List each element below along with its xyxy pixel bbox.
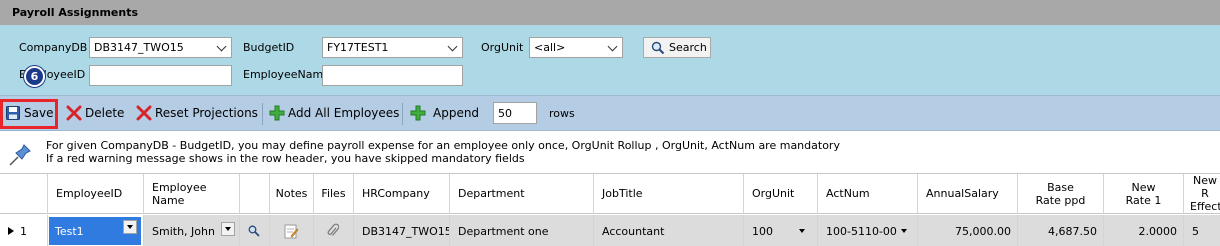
rows-count-value: 50 bbox=[498, 107, 512, 120]
chevron-down-icon[interactable] bbox=[221, 222, 235, 236]
pushpin-icon bbox=[9, 144, 31, 166]
budget-id-value: FY17TEST1 bbox=[327, 41, 389, 54]
column-header-new-rate-effective[interactable]: New R Effecti bbox=[1184, 174, 1220, 214]
cell-department[interactable]: Department one bbox=[450, 215, 594, 246]
orgunit-cell-value: 100 bbox=[752, 224, 773, 238]
column-header-search bbox=[240, 174, 270, 214]
append-button[interactable]: Append bbox=[410, 105, 480, 123]
new-rate-header-line2: Rate 1 bbox=[1125, 193, 1162, 207]
employee-name-cell-value: Smith, John bbox=[152, 224, 215, 238]
filter-panel: CompanyDB DB3147_TWO15 BudgetID FY17TEST… bbox=[0, 25, 1220, 95]
employee-id-selected-select[interactable]: Test1 bbox=[49, 217, 141, 245]
row-header[interactable]: 1 bbox=[0, 215, 48, 246]
column-header-jobtitle[interactable]: JobTitle bbox=[594, 174, 744, 214]
employee-id-cell-value: Test1 bbox=[55, 224, 84, 238]
payroll-grid: EmployeeID Employee Name Notes Files HRC… bbox=[0, 173, 1220, 246]
employee-name-label: EmployeeName bbox=[243, 68, 330, 81]
notes-icon[interactable] bbox=[283, 223, 299, 239]
cell-employee-id[interactable]: Test1 bbox=[48, 215, 144, 246]
toolbar-divider bbox=[402, 103, 403, 125]
search-button[interactable]: Search bbox=[643, 37, 711, 58]
column-header-base-rate[interactable]: Base Rate ppd bbox=[1018, 174, 1104, 214]
row-number: 1 bbox=[20, 224, 27, 238]
column-header-hrcompany[interactable]: HRCompany bbox=[354, 174, 450, 214]
search-button-label: Search bbox=[669, 41, 707, 54]
delete-button[interactable]: Delete bbox=[66, 105, 124, 123]
actnum-cell-value: 100-5110-00 bbox=[826, 224, 897, 238]
company-db-select[interactable]: DB3147_TWO15 bbox=[89, 37, 232, 58]
cell-annual-salary[interactable]: 75,000.00 bbox=[918, 215, 1018, 246]
reset-projections-label: Reset Projections bbox=[155, 106, 258, 120]
chevron-down-icon[interactable] bbox=[123, 220, 137, 234]
column-header-employee-name[interactable]: Employee Name bbox=[144, 174, 240, 214]
cell-base-rate[interactable]: 4,687.50 bbox=[1018, 215, 1104, 246]
org-unit-value: <all> bbox=[534, 41, 566, 54]
column-header-orgunit[interactable]: OrgUnit bbox=[744, 174, 818, 214]
column-header-annual-salary[interactable]: AnnualSalary bbox=[918, 174, 1018, 214]
chevron-down-icon bbox=[607, 41, 618, 52]
info-line-2: If a red warning message shows in the ro… bbox=[46, 152, 525, 165]
cell-files[interactable] bbox=[314, 215, 354, 246]
row-pointer-icon bbox=[8, 227, 14, 235]
plus-icon bbox=[410, 105, 426, 121]
cell-actnum[interactable]: 100-5110-00 bbox=[818, 215, 918, 246]
column-header-department[interactable]: Department bbox=[450, 174, 594, 214]
base-rate-header-line1: Base bbox=[1047, 180, 1074, 194]
org-unit-label: OrgUnit bbox=[481, 41, 524, 54]
rows-label: rows bbox=[549, 107, 575, 120]
rows-count-input[interactable]: 50 bbox=[493, 102, 537, 124]
new-rate-header-line1: New bbox=[1131, 180, 1156, 194]
column-header-actnum[interactable]: ActNum bbox=[818, 174, 918, 214]
plus-icon bbox=[269, 105, 285, 121]
chevron-down-icon[interactable] bbox=[799, 229, 805, 233]
cell-new-rate[interactable]: 2.0000 bbox=[1104, 215, 1184, 246]
toolbar-divider bbox=[262, 103, 263, 125]
column-header-new-rate[interactable]: New Rate 1 bbox=[1104, 174, 1184, 214]
page-title: Payroll Assignments bbox=[12, 6, 139, 19]
reset-x-icon bbox=[136, 105, 152, 121]
cell-notes[interactable] bbox=[270, 215, 314, 246]
column-header-files[interactable]: Files bbox=[314, 174, 354, 214]
append-label: Append bbox=[433, 106, 480, 120]
base-rate-header-line2: Rate ppd bbox=[1035, 193, 1086, 207]
chevron-down-icon bbox=[447, 41, 458, 52]
save-label: Save bbox=[24, 106, 54, 120]
toolbar: Save Delete Reset Projections Add All Em… bbox=[0, 95, 1220, 131]
column-header-notes[interactable]: Notes bbox=[270, 174, 314, 214]
cell-employee-name[interactable]: Smith, John bbox=[144, 215, 240, 246]
reset-projections-button[interactable]: Reset Projections bbox=[136, 105, 258, 123]
budget-id-select[interactable]: FY17TEST1 bbox=[322, 37, 463, 58]
cell-new-rate-effective[interactable]: 5 bbox=[1184, 215, 1220, 246]
title-bar: Payroll Assignments bbox=[0, 0, 1220, 25]
new-eff-header-line2: Effecti bbox=[1190, 200, 1220, 213]
delete-label: Delete bbox=[85, 106, 125, 120]
chevron-down-icon[interactable] bbox=[901, 229, 907, 233]
delete-x-icon bbox=[66, 105, 82, 121]
paperclip-icon[interactable] bbox=[327, 223, 339, 239]
info-line-1: For given CompanyDB - BudgetID, you may … bbox=[46, 139, 840, 152]
floppy-disk-icon bbox=[6, 106, 20, 120]
employee-id-input[interactable] bbox=[89, 65, 232, 86]
cell-jobtitle[interactable]: Accountant bbox=[594, 215, 744, 246]
column-header-employee-id[interactable]: EmployeeID bbox=[48, 174, 144, 214]
step-number-badge: 6 bbox=[24, 66, 45, 87]
chevron-down-icon bbox=[216, 41, 227, 52]
add-all-employees-button[interactable]: Add All Employees bbox=[269, 105, 399, 123]
cell-orgunit[interactable]: 100 bbox=[744, 215, 818, 246]
budget-id-label: BudgetID bbox=[243, 41, 295, 54]
employee-name-input[interactable] bbox=[322, 65, 463, 86]
company-db-label: CompanyDB bbox=[19, 41, 88, 54]
search-icon bbox=[651, 41, 665, 55]
search-icon[interactable] bbox=[248, 225, 260, 237]
info-message: For given CompanyDB - BudgetID, you may … bbox=[0, 131, 1220, 173]
company-db-value: DB3147_TWO15 bbox=[94, 41, 184, 54]
save-button[interactable]: Save bbox=[6, 105, 54, 123]
cell-hrcompany[interactable]: DB3147_TWO15 bbox=[354, 215, 450, 246]
add-all-employees-label: Add All Employees bbox=[288, 106, 400, 120]
cell-employee-lookup[interactable] bbox=[240, 215, 270, 246]
new-eff-header-line1: New R bbox=[1193, 174, 1217, 200]
org-unit-select[interactable]: <all> bbox=[529, 37, 623, 58]
row-header-column bbox=[0, 174, 48, 214]
